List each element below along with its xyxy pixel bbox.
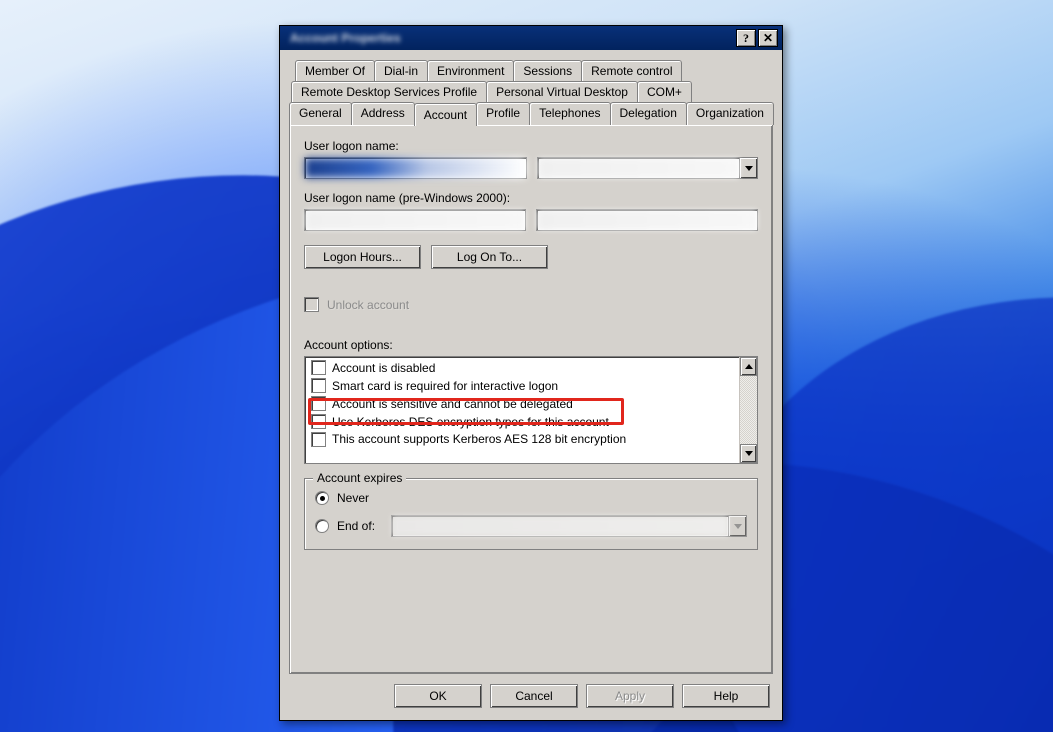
tab-address[interactable]: Address xyxy=(351,102,415,125)
account-options-label: Account options: xyxy=(304,338,758,352)
tab-personal-vd[interactable]: Personal Virtual Desktop xyxy=(486,81,638,102)
tab-row-2: Remote Desktop Services Profile Personal… xyxy=(289,81,773,102)
tab-row-3: General Address Account Profile Telephon… xyxy=(289,102,773,125)
tab-rds-profile[interactable]: Remote Desktop Services Profile xyxy=(291,81,487,102)
cancel-button[interactable]: Cancel xyxy=(490,684,578,708)
logon-name-label: User logon name: xyxy=(304,139,758,153)
list-item[interactable]: Use Kerberos DES encryption types for th… xyxy=(307,413,737,431)
desktop-wallpaper: Account Properties ? ✕ Member Of Dial-in… xyxy=(0,0,1053,732)
list-item[interactable]: Smart card is required for interactive l… xyxy=(307,377,737,395)
scroll-track[interactable] xyxy=(740,376,757,444)
checkbox-icon[interactable] xyxy=(311,432,326,447)
sam-name-input[interactable] xyxy=(536,209,758,231)
help-icon[interactable]: ? xyxy=(736,29,756,47)
close-icon[interactable]: ✕ xyxy=(758,29,778,47)
unlock-account-label: Unlock account xyxy=(327,298,409,312)
tab-row-1: Member Of Dial-in Environment Sessions R… xyxy=(289,60,773,81)
account-expires-group: Account expires Never End of: xyxy=(304,478,758,550)
list-item-sensitive[interactable]: Account is sensitive and cannot be deleg… xyxy=(307,395,737,413)
tab-delegation[interactable]: Delegation xyxy=(610,102,687,125)
logon-name-input[interactable] xyxy=(304,157,527,179)
tab-organization[interactable]: Organization xyxy=(686,102,774,125)
ok-button[interactable]: OK xyxy=(394,684,482,708)
dialog-footer: OK Cancel Apply Help xyxy=(280,674,782,720)
log-on-to-button[interactable]: Log On To... xyxy=(431,245,548,269)
logon-name-pre-label: User logon name (pre-Windows 2000): xyxy=(304,191,758,205)
tab-telephones[interactable]: Telephones xyxy=(529,102,610,125)
list-item[interactable]: This account supports Kerberos AES 128 b… xyxy=(307,431,737,451)
account-expires-legend: Account expires xyxy=(313,471,406,485)
upn-suffix-combo[interactable] xyxy=(537,157,740,179)
expires-date-picker xyxy=(391,515,729,537)
tab-com-plus[interactable]: COM+ xyxy=(637,81,692,102)
checkbox-icon[interactable] xyxy=(311,414,326,429)
scroll-down-icon[interactable] xyxy=(740,444,757,463)
tab-account[interactable]: Account xyxy=(414,103,477,126)
tab-profile[interactable]: Profile xyxy=(476,102,530,125)
apply-button: Apply xyxy=(586,684,674,708)
unlock-account-checkbox xyxy=(304,297,319,312)
tab-member-of[interactable]: Member Of xyxy=(295,60,375,81)
titlebar[interactable]: Account Properties ? ✕ xyxy=(280,26,782,50)
titlebar-title: Account Properties xyxy=(284,31,734,45)
logon-hours-button[interactable]: Logon Hours... xyxy=(304,245,421,269)
checkbox-icon[interactable] xyxy=(311,378,326,393)
help-button[interactable]: Help xyxy=(682,684,770,708)
tab-dial-in[interactable]: Dial-in xyxy=(374,60,428,81)
tab-environment[interactable]: Environment xyxy=(427,60,514,81)
scroll-up-icon[interactable] xyxy=(740,357,757,376)
checkbox-icon[interactable] xyxy=(311,396,326,411)
chevron-down-icon[interactable] xyxy=(740,157,758,179)
properties-dialog: Account Properties ? ✕ Member Of Dial-in… xyxy=(279,25,783,721)
account-panel: User logon name: User logon name (pre-Wi… xyxy=(289,124,773,674)
account-options-listbox[interactable]: Account is disabled Smart card is requir… xyxy=(304,356,758,464)
checkbox-icon[interactable] xyxy=(311,360,326,375)
expires-never-radio[interactable]: Never xyxy=(315,491,747,505)
list-item[interactable]: Account is disabled xyxy=(307,359,737,377)
domain-prefix-input[interactable] xyxy=(304,209,526,231)
scrollbar[interactable] xyxy=(739,357,757,463)
tab-sessions[interactable]: Sessions xyxy=(513,60,582,81)
tab-general[interactable]: General xyxy=(289,102,352,125)
expires-end-of-radio[interactable]: End of: xyxy=(315,519,375,533)
tab-remote-control[interactable]: Remote control xyxy=(581,60,682,81)
chevron-down-icon xyxy=(729,515,747,537)
